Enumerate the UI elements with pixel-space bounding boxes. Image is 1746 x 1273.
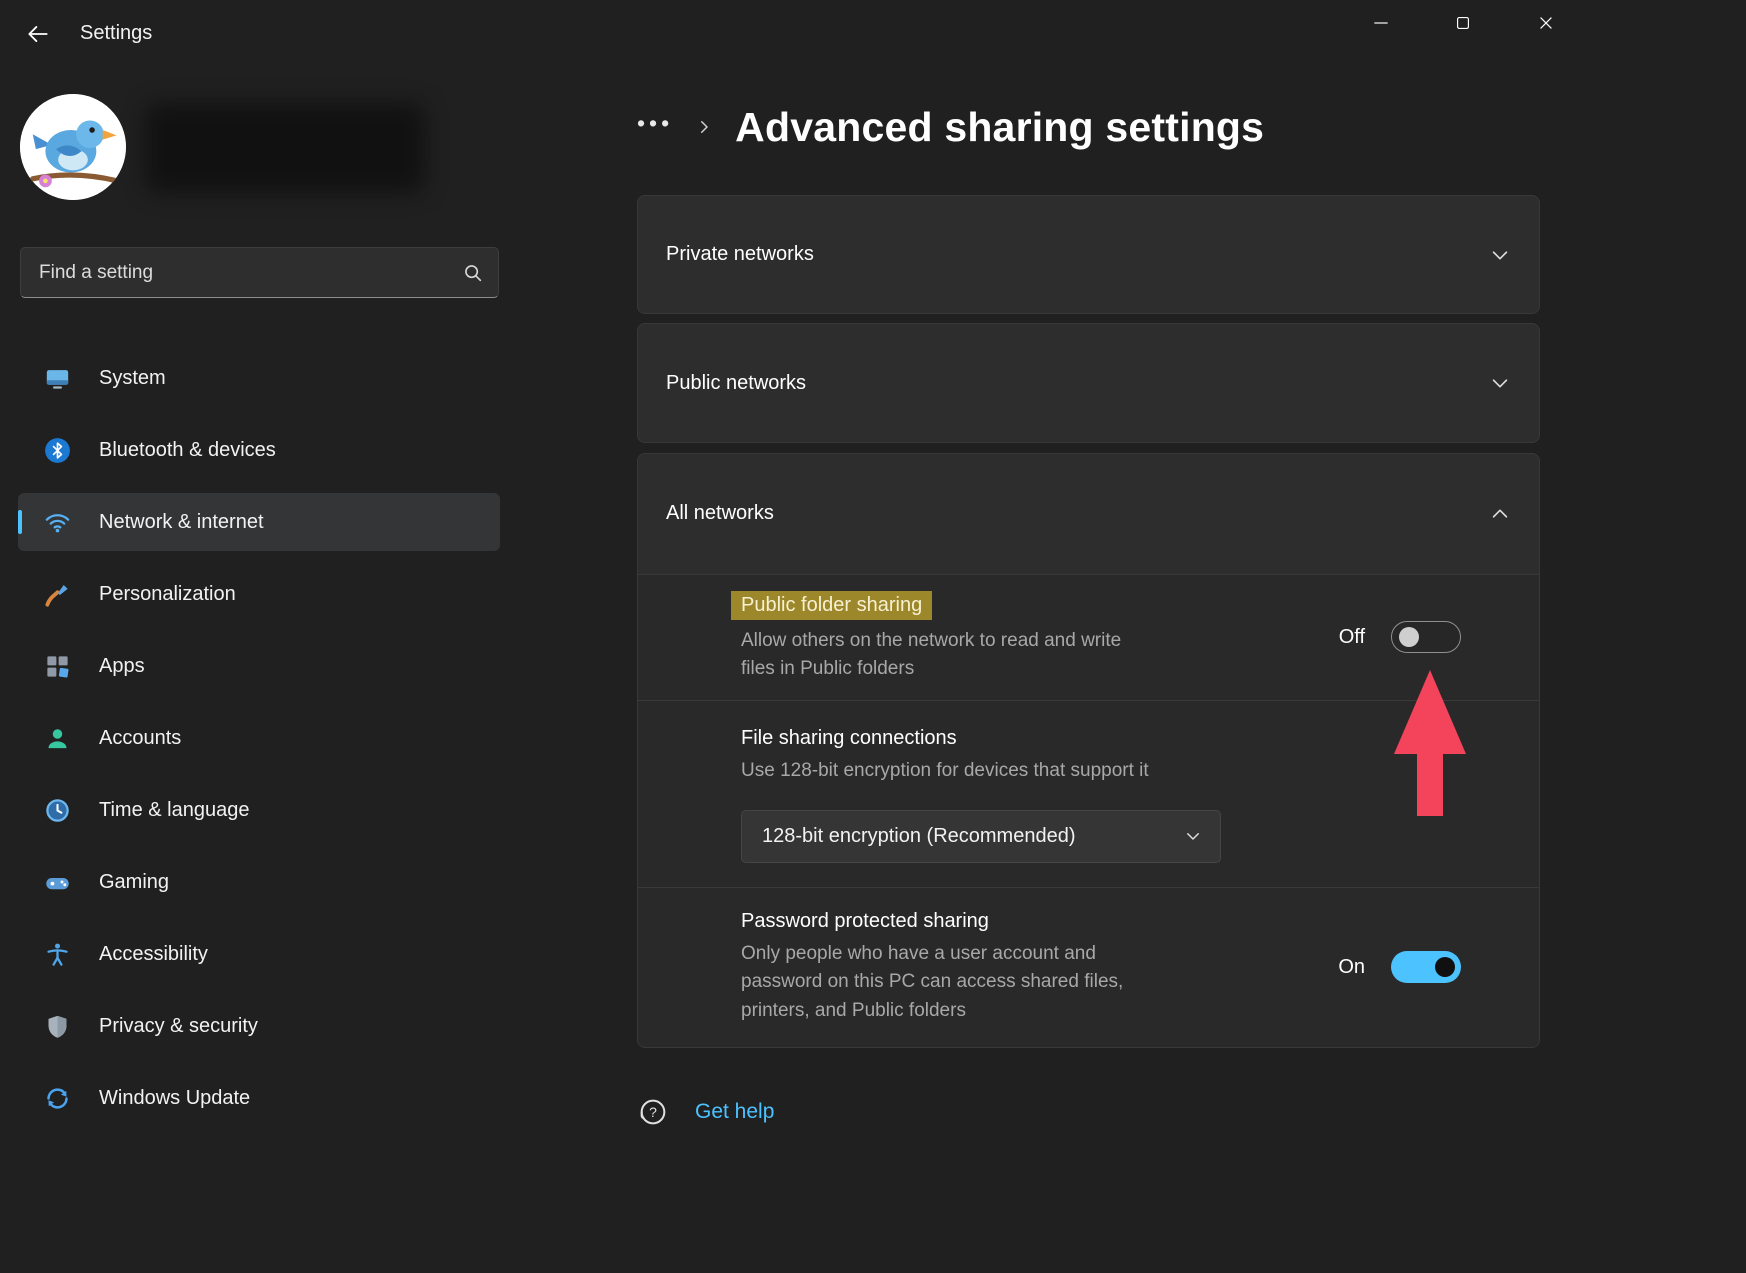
accessibility-icon xyxy=(44,941,71,968)
app-title: Settings xyxy=(80,22,152,45)
search-box xyxy=(20,247,499,298)
sidebar-item-windows-update[interactable]: Windows Update xyxy=(18,1069,500,1127)
public-folder-sharing-title: Public folder sharing xyxy=(731,591,932,620)
sidebar-item-label: System xyxy=(99,367,166,390)
sidebar-item-accessibility[interactable]: Accessibility xyxy=(18,925,500,983)
encryption-dropdown[interactable]: 128-bit encryption (Recommended) xyxy=(741,810,1221,863)
file-sharing-connections-description: Use 128-bit encryption for devices that … xyxy=(741,757,1301,786)
settings-window: Settings xyxy=(0,0,1746,1273)
chevron-up-icon xyxy=(1489,503,1511,525)
shield-icon xyxy=(44,1013,71,1040)
sidebar-item-label: Bluetooth & devices xyxy=(99,439,276,462)
chevron-right-icon xyxy=(695,118,713,136)
chevron-down-icon xyxy=(1489,372,1511,394)
game-controller-icon xyxy=(44,869,71,896)
breadcrumb-ellipsis-button[interactable]: ••• xyxy=(637,110,673,145)
sidebar-item-gaming[interactable]: Gaming xyxy=(18,853,500,911)
sidebar-item-label: Windows Update xyxy=(99,1087,250,1110)
public-folder-sharing-toggle[interactable] xyxy=(1391,621,1461,653)
sidebar-nav: System Bluetooth & devices Network & int… xyxy=(18,349,500,1141)
chevron-down-icon xyxy=(1489,244,1511,266)
search-input[interactable] xyxy=(21,248,448,297)
sidebar-item-label: Time & language xyxy=(99,799,249,822)
sidebar-item-privacy-security[interactable]: Privacy & security xyxy=(18,997,500,1055)
search-icon[interactable] xyxy=(448,262,498,284)
password-protected-sharing-text: Password protected sharing Only people w… xyxy=(741,910,1151,1026)
file-sharing-connections-row: File sharing connections Use 128-bit enc… xyxy=(638,700,1539,886)
sidebar-item-time-language[interactable]: Time & language xyxy=(18,781,500,839)
update-icon xyxy=(44,1085,71,1112)
sidebar-item-label: Gaming xyxy=(99,871,169,894)
avatar xyxy=(20,94,126,200)
all-networks-expander: All networks Public folder sharing Allow… xyxy=(637,453,1540,1048)
selected-accent-bar xyxy=(18,510,22,534)
toggle-state-label: On xyxy=(1338,956,1365,979)
close-button[interactable] xyxy=(1510,0,1582,46)
user-profile[interactable] xyxy=(20,94,440,202)
get-help-icon: ? xyxy=(637,1096,669,1128)
sidebar-item-bluetooth-devices[interactable]: Bluetooth & devices xyxy=(18,421,500,479)
user-name-redacted xyxy=(145,103,425,193)
sidebar-item-system[interactable]: System xyxy=(18,349,500,407)
system-icon xyxy=(44,365,71,392)
private-networks-expander[interactable]: Private networks xyxy=(637,195,1540,314)
sidebar-item-accounts[interactable]: Accounts xyxy=(18,709,500,767)
sidebar-item-network-internet[interactable]: Network & internet xyxy=(18,493,500,551)
get-help-section: ? Get help xyxy=(637,1096,774,1128)
encryption-dropdown-value: 128-bit encryption (Recommended) xyxy=(762,825,1076,848)
breadcrumb: ••• Advanced sharing settings xyxy=(637,96,1264,158)
password-protected-sharing-row: Password protected sharing Only people w… xyxy=(638,887,1539,1047)
toggle-knob xyxy=(1399,627,1419,647)
get-help-link[interactable]: Get help xyxy=(695,1100,774,1124)
toggle-knob xyxy=(1435,957,1455,977)
toggle-state-label: Off xyxy=(1339,626,1365,649)
password-protected-sharing-controls: On xyxy=(1338,951,1461,983)
all-networks-header[interactable]: All networks xyxy=(638,454,1539,574)
sidebar-item-label: Personalization xyxy=(99,583,236,606)
person-icon xyxy=(44,725,71,752)
public-folder-sharing-text: Public folder sharing Allow others on th… xyxy=(741,591,1151,684)
password-protected-sharing-toggle[interactable] xyxy=(1391,951,1461,983)
public-networks-expander[interactable]: Public networks xyxy=(637,323,1540,443)
public-folder-sharing-row: Public folder sharing Allow others on th… xyxy=(638,574,1539,701)
file-sharing-connections-title: File sharing connections xyxy=(741,727,957,749)
public-networks-label: Public networks xyxy=(666,372,806,395)
paintbrush-icon xyxy=(44,581,71,608)
bluetooth-icon xyxy=(44,437,71,464)
back-button[interactable] xyxy=(16,14,60,54)
sidebar-item-label: Accounts xyxy=(99,727,181,750)
sidebar-item-personalization[interactable]: Personalization xyxy=(18,565,500,623)
sidebar-item-label: Network & internet xyxy=(99,511,264,534)
apps-icon xyxy=(44,653,71,680)
sidebar-item-apps[interactable]: Apps xyxy=(18,637,500,695)
private-networks-label: Private networks xyxy=(666,243,814,266)
password-protected-sharing-title: Password protected sharing xyxy=(741,910,1151,933)
sidebar-item-label: Apps xyxy=(99,655,145,678)
wifi-icon xyxy=(44,509,71,536)
sidebar-item-label: Privacy & security xyxy=(99,1015,258,1038)
all-networks-label: All networks xyxy=(666,502,774,525)
public-folder-sharing-controls: Off xyxy=(1339,621,1461,653)
clock-icon xyxy=(44,797,71,824)
svg-text:?: ? xyxy=(649,1104,657,1120)
chevron-down-icon xyxy=(1184,827,1202,845)
sidebar-item-label: Accessibility xyxy=(99,943,208,966)
password-protected-sharing-description: Only people who have a user account and … xyxy=(741,940,1151,1026)
public-folder-sharing-description: Allow others on the network to read and … xyxy=(741,627,1151,684)
maximize-button[interactable] xyxy=(1427,0,1499,46)
page-title: Advanced sharing settings xyxy=(735,104,1264,151)
minimize-button[interactable] xyxy=(1345,0,1417,46)
titlebar: Settings xyxy=(0,0,1746,70)
